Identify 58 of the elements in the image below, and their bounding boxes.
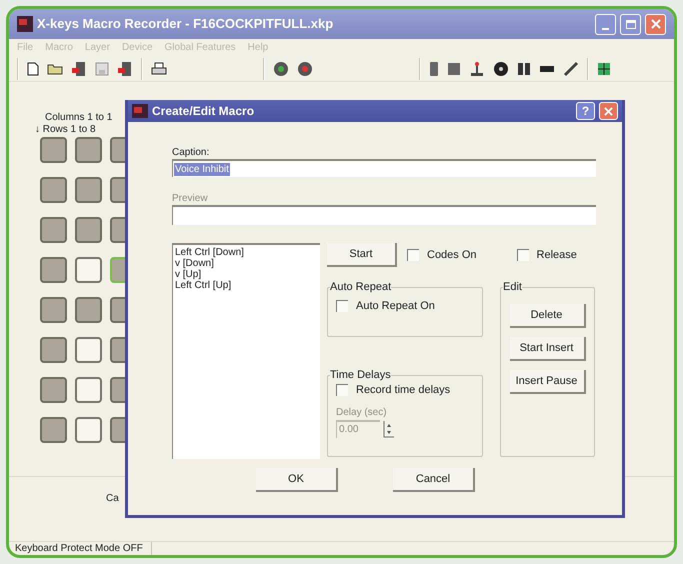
dialog-title: Create/Edit Macro [152,103,256,120]
spinner-icon[interactable] [383,420,395,438]
key-button[interactable] [75,337,102,363]
key-button[interactable] [75,417,102,443]
close-icon [650,19,660,29]
sequence-list[interactable]: Left Ctrl [Down] v [Down] v [Up] Left Ctrl [Up] [172,243,320,459]
columns-label: Columns 1 to 1 [44,112,114,124]
key-button[interactable] [75,377,102,403]
printer-icon[interactable] [151,62,167,76]
key-button[interactable] [75,257,102,283]
list-item[interactable]: v [Down] [175,258,320,269]
folder-icon[interactable] [47,62,63,74]
list-item[interactable]: Left Ctrl [Down] [175,247,320,258]
preview-field[interactable] [172,205,596,225]
bar-icon[interactable] [539,64,555,72]
caption-label: Caption: [172,147,210,159]
wheel-icon[interactable] [493,60,509,76]
joystick-icon[interactable] [469,60,485,76]
window-title: X-keys Macro Recorder - F16COCKPITFULL.xkp [37,15,334,34]
checkbox[interactable] [516,249,529,261]
book-icon[interactable] [117,60,133,76]
app-icon [132,104,148,118]
checkbox-label: Codes On [427,248,477,263]
edit-button[interactable]: Insert Pause [510,370,586,394]
checkbox[interactable] [407,249,419,261]
bars-icon[interactable] [517,62,531,76]
preview-label: Preview [172,193,209,205]
group-title: Time Delays [330,368,391,382]
delay-value: 0.00 [339,423,358,437]
start-button[interactable]: Start [327,243,397,267]
rows-label: ↓ Rows 1 to 8 [35,124,97,136]
caption-value: Voice Inhibit [174,162,230,176]
record-dot-icon[interactable] [297,60,313,76]
status-text: Keyboard Protect Mode OFF [9,542,152,555]
app-icon [17,16,33,32]
ok-button[interactable]: OK [256,468,338,492]
close-button[interactable] [599,102,618,120]
maximize-button[interactable] [620,14,641,34]
edit-button[interactable]: Delete [510,304,586,328]
checkbox-label: Record time delays [356,383,450,398]
checkbox-label: Release [536,248,577,263]
list-item[interactable]: Left Ctrl [Up] [175,280,320,291]
book-icon[interactable] [71,60,87,76]
edit-button[interactable]: Start Insert [510,337,586,361]
close-button[interactable] [645,14,666,34]
doc-icon[interactable] [27,62,39,76]
checkbox[interactable] [336,300,348,312]
close-icon [604,106,613,116]
record-dot-icon[interactable] [273,60,289,76]
list-item[interactable]: v [Up] [175,269,320,280]
cancel-button[interactable]: Cancel [393,468,475,492]
caption-label: Ca [106,493,119,504]
grid-icon[interactable] [597,62,611,76]
pen-icon[interactable] [563,60,579,76]
checkbox-label: Auto Repeat On [356,299,435,314]
delay-label: Delay (sec) [336,406,388,420]
group-title: Auto Repeat [330,280,392,294]
minimize-button[interactable] [595,14,616,34]
